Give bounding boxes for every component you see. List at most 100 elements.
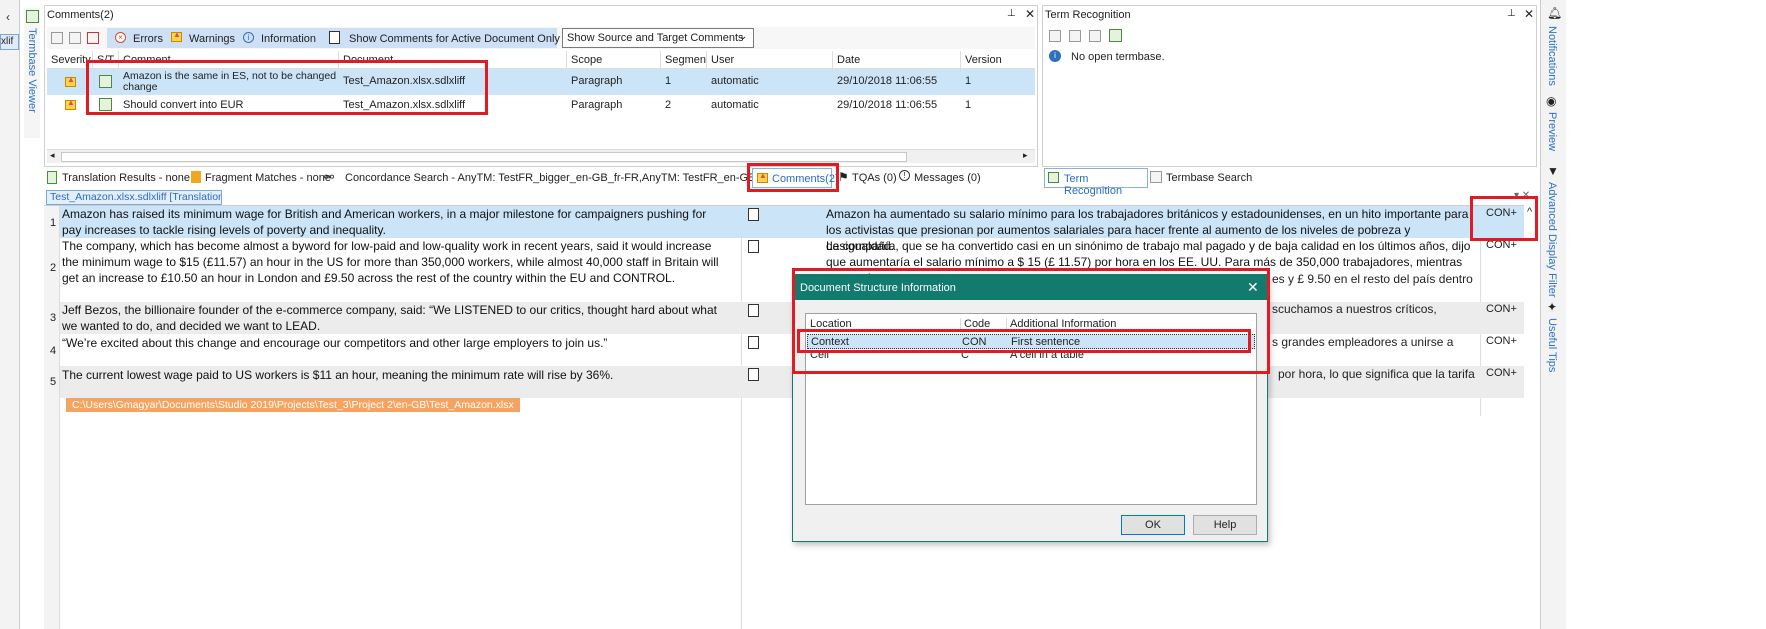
filter-icon: ▼ [1547, 164, 1559, 178]
scroll-left-icon[interactable]: ◂ [50, 150, 55, 161]
col-version[interactable]: Version [961, 51, 1035, 69]
col-st[interactable]: S/T [93, 51, 119, 69]
col-user[interactable]: User [707, 51, 833, 69]
tab-term-recognition[interactable]: Term Recognition [1044, 168, 1148, 197]
info-cell: First sentence [1011, 336, 1081, 348]
file-path-bar[interactable]: C:\Users\Gmagyar\Documents\Studio 2019\P… [66, 398, 520, 412]
help-button[interactable]: Help [1193, 515, 1257, 535]
dialog-titlebar: Document Structure Information ✕ [793, 275, 1267, 300]
tab-termbase-search[interactable]: Termbase Search [1166, 172, 1252, 184]
target-segment-tail[interactable]: s grandes empleadores a unirse a [1272, 335, 1453, 349]
dropdown-value: Show Source and Target Comments [567, 32, 744, 44]
segment-status[interactable]: CON+ [1486, 207, 1517, 219]
errors-filter[interactable]: Errors [133, 33, 163, 45]
active-document-filter[interactable]: Show Comments for Active Document Only [349, 33, 560, 45]
dialog-close-icon[interactable]: ✕ [1247, 279, 1259, 296]
tab-advanced-display-filter[interactable]: Advanced Display Filter [1546, 182, 1558, 298]
horizontal-scrollbar[interactable]: ◂ ▸ [47, 149, 1035, 163]
tab-concordance[interactable]: Concordance Search - AnyTM: TestFR_bigge… [345, 172, 787, 184]
comments-panel: Comments(2) ⊥ ✕ × Errors Warnings i Info… [44, 5, 1038, 167]
termbase-viewer-tab[interactable]: Termbase Viewer [26, 28, 38, 113]
term-toolbar-icon-4[interactable] [1109, 29, 1122, 42]
info-cell: A cell in a table [1010, 349, 1084, 361]
warning-severity-icon [65, 75, 76, 87]
left-strip: ‹ xlif [0, 0, 20, 629]
information-filter[interactable]: Information [261, 33, 316, 45]
comment-row[interactable]: Should convert into EUR Test_Amazon.xlsx… [47, 95, 1035, 115]
col-document[interactable]: Document [339, 51, 567, 69]
term-toolbar-icon-1[interactable] [1049, 30, 1061, 42]
comments-panel-title: Comments(2) [47, 9, 114, 21]
segment-document-icon [748, 240, 759, 253]
pin-icon[interactable]: ⊥ [1507, 8, 1516, 19]
col-scope[interactable]: Scope [567, 51, 661, 69]
scrollbar-thumb[interactable] [61, 152, 907, 162]
tab-comments[interactable]: Comments(2) [752, 168, 839, 188]
col-additional-info[interactable]: Additional Information [1006, 318, 1116, 330]
source-segment[interactable]: “We’re excited about this change and enc… [62, 335, 727, 351]
ok-button[interactable]: OK [1121, 515, 1185, 535]
term-toolbar-icon-2[interactable] [1069, 30, 1081, 42]
document-cell: Test_Amazon.xlsx.sdlxliff [343, 99, 466, 111]
tab-fragment-matches[interactable]: Fragment Matches - none [205, 172, 331, 184]
structure-row[interactable]: Cell C A cell in a table [807, 349, 1255, 363]
termbase-viewer-strip: Termbase Viewer [24, 8, 40, 138]
col-location[interactable]: Location [810, 318, 852, 330]
source-segment[interactable]: Amazon has raised its minimum wage for B… [62, 206, 727, 238]
col-severity[interactable]: Severity [47, 51, 93, 69]
collapse-chevron-icon[interactable]: ‹ [6, 10, 10, 24]
chevron-up-icon[interactable]: ^ [1527, 206, 1532, 218]
scope-cell: Paragraph [571, 75, 623, 87]
bell-icon: 🔔︎ [1547, 6, 1563, 20]
segment-status[interactable]: CON+ [1486, 239, 1517, 251]
comment-text: Should convert into EUR [123, 99, 244, 111]
segment-status[interactable]: CON+ [1486, 335, 1517, 347]
source-segment[interactable]: Jeff Bezos, the billionaire founder of t… [62, 302, 727, 334]
segment-number: 3 [50, 312, 57, 324]
editor-menu-icon[interactable]: ▾ ✕ [1514, 190, 1530, 201]
source-segment[interactable]: The current lowest wage paid to US worke… [62, 367, 727, 383]
source-target-dropdown[interactable]: Show Source and Target Comments ⌄ [562, 28, 754, 48]
target-segment-tail[interactable]: por hora, lo que significa que la tarifa [1278, 367, 1475, 381]
editor-doc-tab[interactable]: Test_Amazon.xlsx.sdlxliff [Translation] [46, 190, 222, 205]
segment-number: 5 [50, 376, 57, 388]
col-comment[interactable]: Comment [119, 51, 339, 69]
segment-status[interactable]: CON+ [1486, 367, 1517, 379]
document-structure-dialog: Document Structure Information ✕ Locatio… [792, 274, 1268, 542]
delete-icon[interactable] [69, 32, 81, 44]
term-toolbar-icon-3[interactable] [1089, 30, 1101, 42]
left-file-tab[interactable]: xlif [0, 34, 19, 50]
scroll-right-icon[interactable]: ▸ [1023, 150, 1028, 161]
col-segment[interactable]: Segmen [661, 51, 707, 69]
structure-row[interactable]: Context CON First sentence [807, 334, 1255, 349]
tips-icon: ✦ [1547, 300, 1558, 314]
tab-useful-tips[interactable]: Useful Tips [1546, 318, 1558, 372]
tab-tqas[interactable]: TQAs (0) [852, 172, 897, 184]
structure-list-header: Location Code Additional Information [806, 314, 1256, 332]
tab-notifications[interactable]: Notifications [1546, 26, 1558, 86]
source-comment-icon [99, 75, 112, 88]
tab-messages[interactable]: Messages (0) [914, 172, 981, 184]
date-cell: 29/10/2018 11:06:55 [837, 99, 938, 111]
comment-line: change [123, 81, 158, 93]
delete-all-icon[interactable] [87, 32, 99, 44]
warnings-filter[interactable]: Warnings [189, 33, 235, 45]
segment-status[interactable]: CON+ [1486, 303, 1517, 315]
col-code[interactable]: Code [960, 318, 990, 330]
close-icon[interactable]: ✕ [1524, 7, 1534, 21]
comments-toolbar: × Errors Warnings i Information Show Com… [47, 27, 1035, 49]
location-cell: Cell [810, 349, 829, 361]
tab-translation-results[interactable]: Translation Results - none [62, 172, 190, 184]
document-cell: Test_Amazon.xlsx.sdlxliff [343, 75, 466, 87]
segment-number: 4 [50, 345, 57, 357]
edit-icon[interactable] [51, 32, 63, 44]
target-segment-tail[interactable]: scuchamos a nuestros críticos, [1272, 302, 1437, 316]
source-segment[interactable]: The company, which has become almost a b… [62, 238, 727, 286]
tab-preview[interactable]: Preview [1546, 112, 1558, 151]
close-icon[interactable]: ✕ [1025, 7, 1035, 21]
term-panel-title: Term Recognition [1045, 9, 1131, 21]
pin-icon[interactable]: ⊥ [1007, 8, 1016, 19]
col-date[interactable]: Date [833, 51, 961, 69]
comment-row[interactable]: Amazon is the same in ES, not to be chan… [47, 69, 1035, 95]
termbase-search-icon [1150, 171, 1162, 183]
